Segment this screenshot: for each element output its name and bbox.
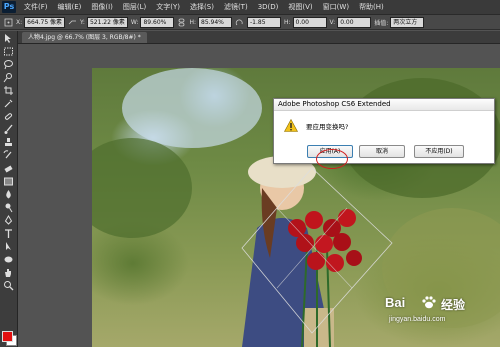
tools-panel xyxy=(0,31,18,347)
foreground-color-swatch[interactable] xyxy=(2,331,13,342)
h-skew-label: H: xyxy=(284,18,291,26)
baidu-watermark: Bai 经验 jingyan.baidu.com xyxy=(385,295,480,327)
y-field: Y: 521.22 像素 xyxy=(80,16,128,28)
shape-tool-icon[interactable] xyxy=(3,254,14,265)
w-input[interactable]: 89.60% xyxy=(140,16,175,28)
history-brush-icon[interactable] xyxy=(3,150,14,161)
watermark-cn: 经验 xyxy=(441,298,466,312)
canvas-area[interactable]: Bai 经验 jingyan.baidu.com xyxy=(18,44,500,347)
hand-tool-icon[interactable] xyxy=(3,267,14,278)
v-skew-label: V: xyxy=(329,18,336,26)
options-bar: X: 664.75 像素 Y: 521.22 像素 W: 89.60% H: 8… xyxy=(0,15,500,30)
healing-brush-icon[interactable] xyxy=(3,111,14,122)
y-label: Y: xyxy=(80,18,85,26)
baidu-paw-icon xyxy=(421,295,437,309)
menu-bar: Ps 文件(F) 编辑(E) 图像(I) 图层(L) 文字(Y) 选择(S) 滤… xyxy=(0,0,500,15)
x-label: X: xyxy=(16,18,23,26)
interpolation-field: 插值: 两次立方 xyxy=(374,16,425,28)
menu-help[interactable]: 帮助(H) xyxy=(354,2,389,12)
x-input[interactable]: 664.75 像素 xyxy=(24,16,66,28)
lasso-tool-icon[interactable] xyxy=(3,59,14,70)
link-icon[interactable] xyxy=(177,18,186,27)
x-field: X: 664.75 像素 xyxy=(16,16,66,28)
v-skew-input[interactable]: 0.00 xyxy=(337,16,372,28)
dialog-title: Adobe Photoshop CS6 Extended xyxy=(274,99,494,111)
w-field: W: 89.60% xyxy=(130,16,175,28)
apply-transform-dialog: Adobe Photoshop CS6 Extended 要应用变换吗? 应用(… xyxy=(273,98,495,169)
menu-select[interactable]: 选择(S) xyxy=(185,2,219,12)
menu-view[interactable]: 视图(V) xyxy=(283,2,317,12)
type-tool-icon[interactable] xyxy=(3,228,14,239)
h-skew-input[interactable]: 0.00 xyxy=(292,16,327,28)
watermark-url: jingyan.baidu.com xyxy=(389,316,446,323)
interpolation-select[interactable]: 两次立方 xyxy=(390,16,425,28)
brush-tool-icon[interactable] xyxy=(3,124,14,135)
gradient-tool-icon[interactable] xyxy=(3,176,14,187)
rotate-icon xyxy=(235,18,244,27)
menu-type[interactable]: 文字(Y) xyxy=(151,2,185,12)
v-skew-field: V: 0.00 xyxy=(329,16,372,28)
crop-tool-icon[interactable] xyxy=(3,85,14,96)
angle-field: -1.85 xyxy=(247,16,281,28)
h-skew-field: H: 0.00 xyxy=(284,16,327,28)
y-input[interactable]: 521.22 像素 xyxy=(86,16,128,28)
menu-window[interactable]: 窗口(W) xyxy=(318,2,354,12)
w-label: W: xyxy=(130,18,139,26)
h-input[interactable]: 85.94% xyxy=(198,16,232,28)
eraser-icon[interactable] xyxy=(3,163,14,174)
document-tab-bar: 人物4.jpg @ 66.7% (图层 3, RGB/8#) * xyxy=(18,31,500,44)
dialog-message: 要应用变换吗? xyxy=(306,123,349,131)
h-label: H: xyxy=(189,18,196,26)
zoom-tool-icon[interactable] xyxy=(3,280,14,291)
menu-layer[interactable]: 图层(L) xyxy=(118,2,151,12)
menu-filter[interactable]: 滤镜(T) xyxy=(219,2,253,12)
angle-input[interactable]: -1.85 xyxy=(247,16,281,28)
marquee-tool-icon[interactable] xyxy=(3,46,14,57)
relative-position-icon[interactable] xyxy=(68,18,77,27)
pen-tool-icon[interactable] xyxy=(3,215,14,226)
dialog-body: 要应用变换吗? 应用(A) 取消 不应用(D) xyxy=(274,111,494,169)
clone-stamp-icon[interactable] xyxy=(3,137,14,148)
menu-image[interactable]: 图像(I) xyxy=(86,2,118,12)
watermark-brand: Bai xyxy=(385,295,406,310)
reference-point-icon[interactable] xyxy=(4,18,13,27)
dont-apply-button[interactable]: 不应用(D) xyxy=(414,145,464,158)
interpolation-label: 插值: xyxy=(374,19,389,27)
h-field: H: 85.94% xyxy=(189,16,232,28)
move-tool-icon[interactable] xyxy=(3,33,14,44)
dodge-tool-icon[interactable] xyxy=(3,202,14,213)
path-select-icon[interactable] xyxy=(3,241,14,252)
photoshop-logo: Ps xyxy=(2,1,16,13)
eyedropper-icon[interactable] xyxy=(3,98,14,109)
warning-icon xyxy=(283,118,299,132)
menu-edit[interactable]: 编辑(E) xyxy=(53,2,87,12)
apply-highlight-circle xyxy=(316,149,348,169)
menu-file[interactable]: 文件(F) xyxy=(19,2,53,12)
document-tab[interactable]: 人物4.jpg @ 66.7% (图层 3, RGB/8#) * xyxy=(22,32,147,43)
blur-tool-icon[interactable] xyxy=(3,189,14,200)
cancel-button[interactable]: 取消 xyxy=(359,145,405,158)
menu-3d[interactable]: 3D(D) xyxy=(253,3,284,11)
quick-select-icon[interactable] xyxy=(3,72,14,83)
